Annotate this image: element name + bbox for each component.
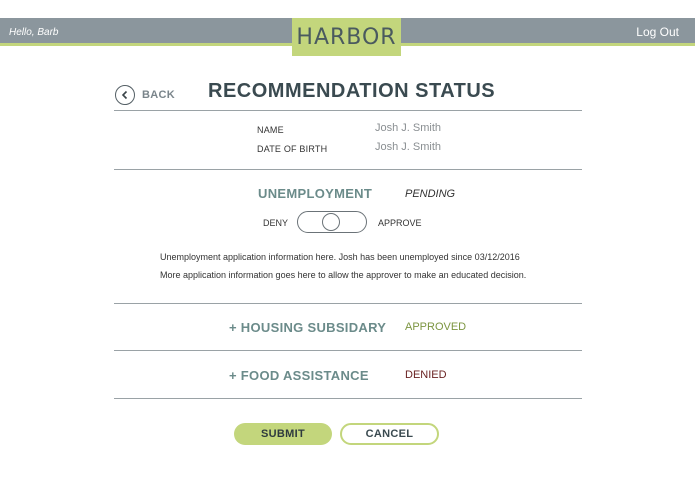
- back-label: BACK: [142, 89, 175, 101]
- deny-approve-toggle[interactable]: [297, 211, 367, 233]
- unemployment-title: UNEMPLOYMENT: [258, 186, 373, 201]
- housing-status: APPROVED: [405, 321, 467, 333]
- logout-link[interactable]: Log Out: [636, 25, 679, 39]
- food-status: DENIED: [405, 369, 447, 381]
- approve-label: APPROVE: [378, 218, 422, 228]
- divider: [114, 350, 582, 351]
- back-arrow-icon: [115, 85, 135, 105]
- application-info-line: More application information goes here t…: [160, 270, 527, 280]
- cancel-button[interactable]: CANCEL: [340, 423, 439, 445]
- dob-label: DATE OF BIRTH: [257, 144, 328, 154]
- toggle-knob[interactable]: [322, 213, 340, 231]
- deny-label: DENY: [263, 218, 289, 228]
- harbor-logo: HARBOR: [292, 18, 401, 56]
- divider: [114, 110, 582, 111]
- name-value: Josh J. Smith: [375, 122, 442, 134]
- name-label: NAME: [257, 125, 284, 135]
- submit-button[interactable]: SUBMIT: [234, 423, 332, 445]
- divider: [114, 303, 582, 304]
- unemployment-status: PENDING: [405, 188, 456, 200]
- divider: [114, 398, 582, 399]
- dob-value: Josh J. Smith: [375, 141, 442, 153]
- back-button[interactable]: BACK: [115, 85, 175, 105]
- page-title: RECOMMENDATION STATUS: [208, 80, 496, 102]
- housing-subsidary-expand[interactable]: + HOUSING SUBSIDARY: [229, 320, 386, 335]
- application-info-line: Unemployment application information her…: [160, 252, 520, 262]
- divider: [114, 169, 582, 170]
- greeting-text: Hello, Barb: [9, 27, 59, 38]
- food-assistance-expand[interactable]: + FOOD ASSISTANCE: [229, 368, 369, 383]
